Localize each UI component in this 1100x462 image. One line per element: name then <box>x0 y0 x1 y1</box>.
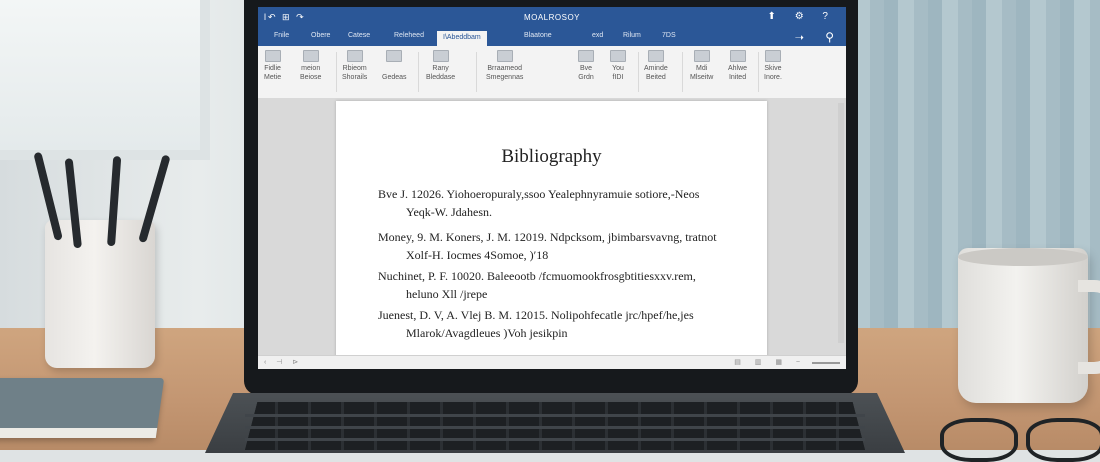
ribbon-button[interactable]: Aminde Beited <box>644 50 668 82</box>
coffee-mug <box>958 248 1088 403</box>
tab-9[interactable]: 7DS <box>662 32 676 39</box>
ribbon-button[interactable]: meion Beiose <box>300 50 321 82</box>
ribbon-icon <box>302 50 319 62</box>
ribbon-icon <box>578 50 594 62</box>
ribbon-button[interactable]: Gedeas <box>382 50 407 82</box>
tab-3[interactable]: Catese <box>348 32 370 39</box>
ribbon-icon <box>386 50 403 62</box>
window-light <box>0 0 210 160</box>
title-bar: Ɩ↶ ⊞ ↷ MOALROSOY ⬆ ⚙ ? <box>258 7 846 29</box>
tab-file[interactable]: Fnile <box>274 32 289 39</box>
ribbon: Fidlie Metie meion Beiose Rbieom Shorails G… <box>258 46 846 99</box>
bibliography-entry: Nuchinet, P. F. 10020. Baleeootb /fcmuom… <box>378 269 696 301</box>
notebook <box>0 378 165 438</box>
pen-cup <box>45 220 155 368</box>
ribbon-separator <box>476 52 477 92</box>
ribbon-icon <box>729 50 746 62</box>
title-bar-icons[interactable]: ⬆ ⚙ ? <box>768 11 836 22</box>
ribbon-button[interactable]: You fIDI <box>610 50 626 82</box>
bibliography-entry: Money, 9. M. Koners, J. M. 12019. Ndpcks… <box>378 230 717 262</box>
tab-8[interactable]: Rilum <box>623 32 641 39</box>
ribbon-icon <box>432 50 449 62</box>
ribbon-button[interactable]: Skive Inore. <box>764 50 782 82</box>
ribbon-separator <box>336 52 337 92</box>
tab-6[interactable]: Blaatone <box>524 32 552 39</box>
ribbon-icon <box>693 50 710 62</box>
share-icon[interactable]: ➝ <box>795 31 804 44</box>
bibliography-entry: Juenest, D. V, A. Vlej B. M. 12015. Noli… <box>378 308 694 340</box>
bibliography-heading: Bibliography <box>501 146 602 167</box>
document-area: Bibliography Bve J. 12026. Yiohoeropural… <box>258 98 846 361</box>
laptop-screen: Ɩ↶ ⊞ ↷ MOALROSOY ⬆ ⚙ ? Fnile Obere Cates… <box>258 7 846 369</box>
mug-handle <box>1078 280 1100 374</box>
ribbon-icon <box>764 50 781 62</box>
ribbon-button[interactable]: Rbieom Shorails <box>342 50 367 82</box>
ribbon-separator <box>638 52 639 92</box>
view-buttons[interactable]: ▤ ▥ ▦ − <box>734 358 806 366</box>
ribbon-icon <box>647 50 664 62</box>
tab-7[interactable]: exd <box>592 32 603 39</box>
account-icon[interactable]: ⚲ <box>825 30 834 44</box>
ribbon-tabs: Fnile Obere Catese Releheed I\Abeddbam B… <box>258 29 846 46</box>
tab-references[interactable]: I\Abeddbam <box>437 31 487 46</box>
document-page[interactable]: Bibliography Bve J. 12026. Yiohoeropural… <box>336 101 767 361</box>
document-title: MOALROSOY <box>523 13 581 22</box>
status-left: ‹ ⊣ ⊳ <box>264 359 303 366</box>
ribbon-button[interactable]: Ahlwe Inited <box>728 50 747 82</box>
ribbon-button[interactable]: Brraameod Smegennas <box>486 50 523 82</box>
bibliography-entry: Bve J. 12026. Yiohoeropuraly,ssoo Yealep… <box>378 187 700 219</box>
ribbon-icon <box>496 50 513 62</box>
ribbon-button[interactable]: Fidlie Metie <box>264 50 281 82</box>
tab-2[interactable]: Obere <box>311 32 330 39</box>
ribbon-icon <box>264 50 281 62</box>
vertical-scrollbar[interactable] <box>838 103 844 343</box>
ribbon-button[interactable]: Bve Grdn <box>578 50 594 82</box>
ribbon-separator <box>758 52 759 92</box>
ribbon-separator <box>682 52 683 92</box>
ribbon-icon <box>610 50 626 62</box>
zoom-slider[interactable] <box>812 362 840 364</box>
ribbon-button[interactable]: Mdi Mlseitw <box>690 50 713 82</box>
ribbon-button[interactable]: Rany Bleddase <box>426 50 455 82</box>
keyboard-row <box>245 426 865 429</box>
tab-4[interactable]: Releheed <box>394 32 424 39</box>
keyboard-row <box>245 414 865 417</box>
eyeglasses <box>940 418 1100 462</box>
keyboard-row <box>245 438 865 441</box>
ribbon-separator <box>418 52 419 92</box>
ribbon-icon <box>346 50 363 62</box>
status-bar: ‹ ⊣ ⊳ ▤ ▥ ▦ − <box>258 355 846 369</box>
